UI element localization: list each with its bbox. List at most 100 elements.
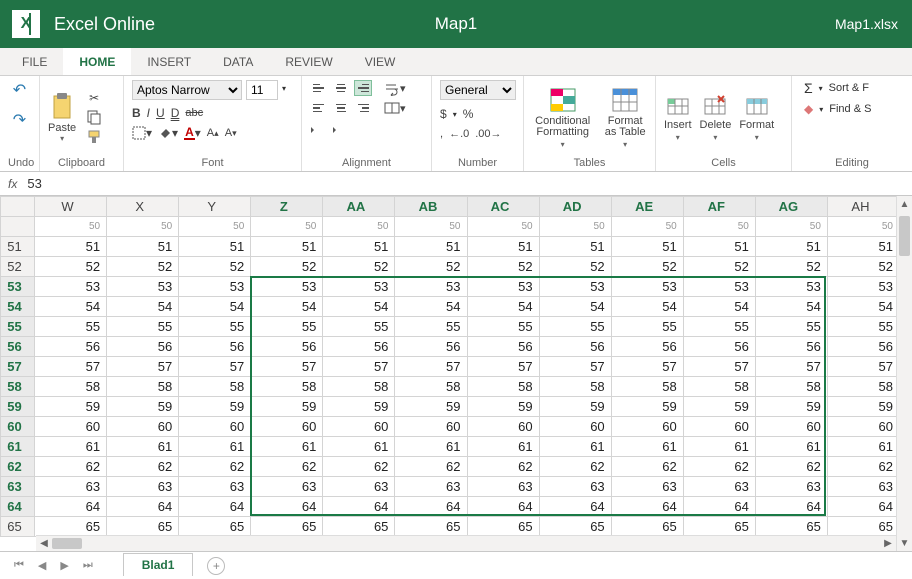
number-format-select[interactable]: General xyxy=(440,80,516,100)
cell[interactable]: 65 xyxy=(179,517,251,537)
cell[interactable]: 53 xyxy=(539,277,611,297)
cell[interactable]: 50 xyxy=(611,217,683,237)
spreadsheet-grid[interactable]: WXYZAAABACADAEAFAGAH50505050505050505050… xyxy=(0,196,912,551)
strikethrough-button[interactable]: abc xyxy=(185,107,203,119)
cell[interactable]: 60 xyxy=(755,417,827,437)
cell[interactable]: 60 xyxy=(827,417,899,437)
cell[interactable]: 57 xyxy=(395,357,467,377)
cell[interactable]: 63 xyxy=(395,477,467,497)
cell[interactable]: 62 xyxy=(395,457,467,477)
cell[interactable]: 63 xyxy=(827,477,899,497)
cell[interactable]: 59 xyxy=(539,397,611,417)
cell[interactable]: 54 xyxy=(755,297,827,317)
cell[interactable]: 62 xyxy=(611,457,683,477)
cell[interactable]: 56 xyxy=(467,337,539,357)
scroll-left-icon[interactable]: ◀ xyxy=(36,538,52,549)
cell[interactable]: 59 xyxy=(107,397,179,417)
row-header[interactable]: 62 xyxy=(1,457,35,477)
cell[interactable]: 65 xyxy=(611,517,683,537)
cell[interactable]: 65 xyxy=(251,517,323,537)
cell[interactable]: 60 xyxy=(35,417,107,437)
cell[interactable]: 62 xyxy=(251,457,323,477)
column-header[interactable]: Y xyxy=(179,197,251,217)
cell[interactable]: 50 xyxy=(395,217,467,237)
cell[interactable]: 61 xyxy=(827,437,899,457)
paste-button[interactable]: Paste ▾ xyxy=(48,92,76,143)
cell[interactable]: 56 xyxy=(683,337,755,357)
cell[interactable]: 64 xyxy=(251,497,323,517)
cell[interactable]: 54 xyxy=(35,297,107,317)
format-as-table-button[interactable]: Format as Table▾ xyxy=(603,87,647,149)
cell[interactable]: 53 xyxy=(35,277,107,297)
cell[interactable]: 53 xyxy=(755,277,827,297)
font-family-select[interactable]: Aptos Narrow xyxy=(132,80,242,100)
font-color-button[interactable]: A▾ xyxy=(184,126,201,140)
cell[interactable]: 63 xyxy=(611,477,683,497)
cell[interactable]: 61 xyxy=(251,437,323,457)
tab-insert[interactable]: INSERT xyxy=(131,48,207,75)
column-header[interactable]: AF xyxy=(683,197,755,217)
cell[interactable]: 50 xyxy=(323,217,395,237)
cell[interactable]: 53 xyxy=(179,277,251,297)
cell[interactable]: 61 xyxy=(683,437,755,457)
cell[interactable]: 58 xyxy=(251,377,323,397)
cell[interactable]: 53 xyxy=(611,277,683,297)
cell[interactable]: 59 xyxy=(35,397,107,417)
cell[interactable]: 53 xyxy=(107,277,179,297)
cell[interactable]: 64 xyxy=(35,497,107,517)
cell[interactable]: 51 xyxy=(539,237,611,257)
cell[interactable]: 62 xyxy=(107,457,179,477)
italic-button[interactable]: I xyxy=(147,106,150,120)
cell[interactable]: 51 xyxy=(323,237,395,257)
cell[interactable]: 50 xyxy=(107,217,179,237)
decrease-indent-button[interactable] xyxy=(310,124,326,136)
cell[interactable]: 58 xyxy=(107,377,179,397)
cell[interactable]: 52 xyxy=(395,257,467,277)
insert-cells-button[interactable]: Insert▾ xyxy=(664,94,692,142)
cell[interactable]: 59 xyxy=(683,397,755,417)
cell[interactable]: 52 xyxy=(683,257,755,277)
column-header[interactable]: Z xyxy=(251,197,323,217)
cell[interactable]: 59 xyxy=(611,397,683,417)
fx-icon[interactable]: fx xyxy=(8,177,17,191)
cell[interactable]: 56 xyxy=(539,337,611,357)
tab-file[interactable]: FILE xyxy=(6,48,63,75)
cell[interactable]: 55 xyxy=(539,317,611,337)
cell[interactable]: 64 xyxy=(179,497,251,517)
cell[interactable]: 56 xyxy=(251,337,323,357)
cell[interactable]: 56 xyxy=(179,337,251,357)
cell[interactable]: 55 xyxy=(395,317,467,337)
cell[interactable]: 54 xyxy=(251,297,323,317)
cell[interactable]: 52 xyxy=(35,257,107,277)
cell[interactable]: 50 xyxy=(35,217,107,237)
cell[interactable]: 63 xyxy=(323,477,395,497)
row-header[interactable]: 64 xyxy=(1,497,35,517)
cell[interactable]: 55 xyxy=(35,317,107,337)
merge-button[interactable]: ▾ xyxy=(384,102,406,115)
cell[interactable]: 63 xyxy=(35,477,107,497)
copy-icon[interactable] xyxy=(86,109,102,125)
cell[interactable]: 54 xyxy=(107,297,179,317)
row-header[interactable]: 60 xyxy=(1,417,35,437)
sheet-nav-last-icon[interactable]: ⏭ xyxy=(79,559,97,572)
column-header[interactable]: W xyxy=(35,197,107,217)
cell[interactable]: 52 xyxy=(107,257,179,277)
cell[interactable]: 50 xyxy=(179,217,251,237)
cell[interactable]: 55 xyxy=(611,317,683,337)
cell[interactable]: 52 xyxy=(323,257,395,277)
cell[interactable]: 52 xyxy=(251,257,323,277)
cell[interactable]: 59 xyxy=(251,397,323,417)
currency-button[interactable]: $ xyxy=(440,107,447,121)
sheet-nav-next-icon[interactable]: ▶ xyxy=(56,559,72,572)
cell[interactable]: 53 xyxy=(395,277,467,297)
formula-value[interactable]: 53 xyxy=(27,176,41,191)
cell[interactable]: 52 xyxy=(539,257,611,277)
column-header[interactable]: AH xyxy=(827,197,899,217)
tab-view[interactable]: VIEW xyxy=(349,48,412,75)
cell[interactable]: 64 xyxy=(827,497,899,517)
cell[interactable]: 59 xyxy=(827,397,899,417)
cell[interactable]: 51 xyxy=(827,237,899,257)
row-header[interactable]: 63 xyxy=(1,477,35,497)
increase-decimal-button[interactable]: ←.0 xyxy=(449,128,469,140)
cell[interactable]: 60 xyxy=(683,417,755,437)
